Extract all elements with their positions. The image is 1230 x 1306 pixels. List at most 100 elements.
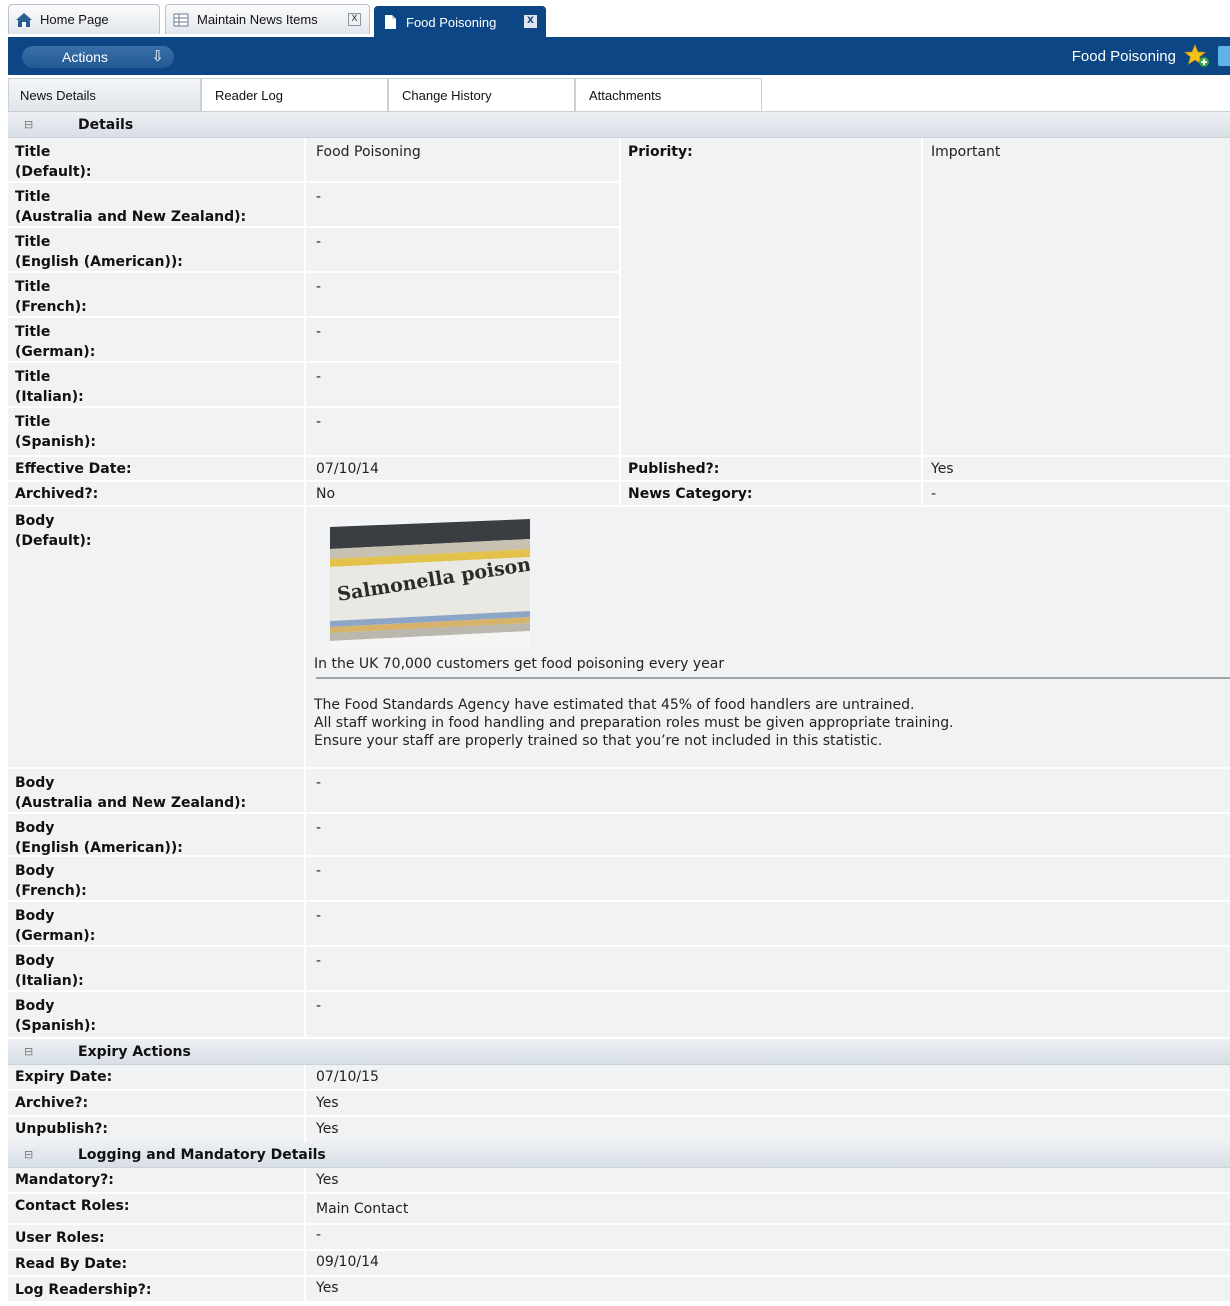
section-title: Details — [78, 117, 134, 133]
title-rows: Priority: Important Title (Default): Food… — [8, 138, 1230, 457]
read-by-date-label: Read By Date: — [8, 1251, 304, 1275]
field-label: Title (Default): — [8, 138, 304, 181]
news-article-image: Salmonella poisoning — [330, 519, 530, 649]
section-header-logging[interactable]: ⊟ Logging and Mandatory Details — [8, 1142, 1230, 1168]
body-rows: Body (Australia and New Zealand): - Body(… — [8, 769, 1230, 1039]
tab-strip: Home Page Maintain News Items X Food Poi… — [0, 0, 1230, 37]
section-title: Expiry Actions — [78, 1044, 191, 1060]
priority-value: Important — [923, 138, 1230, 455]
body-paragraph-line: The Food Standards Agency have estimated… — [314, 697, 915, 713]
field-label: Body (Spanish): — [8, 992, 304, 1037]
tab-label: Maintain News Items — [197, 12, 318, 27]
expiry-date-value: 07/10/15 — [306, 1065, 1230, 1089]
title-default-value: Food Poisoning — [306, 138, 619, 181]
tab-attachments[interactable]: Attachments — [575, 78, 762, 111]
tab-change-history[interactable]: Change History — [388, 78, 575, 111]
read-by-date-value: 09/10/14 — [306, 1251, 1230, 1275]
tab-label: Food Poisoning — [406, 14, 497, 30]
actions-button[interactable]: Actions ⇩ — [22, 46, 174, 68]
field-value: - — [306, 273, 619, 316]
body-headline: In the UK 70,000 customers get food pois… — [314, 656, 725, 672]
page-title: Food Poisoning — [1071, 48, 1176, 65]
field-label: Body (Australia and New Zealand): — [8, 769, 304, 812]
document-icon — [381, 14, 399, 30]
archived-label: Archived?: — [8, 482, 304, 505]
field-label: Title (Spanish): — [8, 408, 304, 455]
field-value: - — [306, 769, 1230, 812]
published-value: Yes — [923, 457, 1230, 480]
field-label: Title (German): — [8, 318, 304, 361]
field-label: Body (French): — [8, 857, 304, 900]
field-label: Title (English (American)): — [8, 228, 304, 271]
user-roles-value: - — [306, 1225, 1230, 1249]
archive-label: Archive?: — [8, 1091, 304, 1115]
section-header-details[interactable]: ⊟ Details — [8, 112, 1230, 138]
tab-label: Home Page — [40, 12, 109, 27]
priority-label: Priority: — [621, 138, 921, 455]
logging-rows: Mandatory?: Yes Contact Roles: Main Cont… — [8, 1168, 1230, 1306]
field-value: - — [306, 947, 1230, 990]
field-value: - — [306, 363, 619, 406]
field-value: - — [306, 318, 619, 361]
unpublish-label: Unpublish?: — [8, 1117, 304, 1142]
archive-value: Yes — [306, 1091, 1230, 1115]
effective-date-label: Effective Date: — [8, 457, 304, 480]
sub-tab-bar: News Details Reader Log Change History A… — [8, 78, 1230, 112]
mandatory-label: Mandatory?: — [8, 1168, 304, 1192]
document-icon[interactable] — [1218, 46, 1230, 66]
close-icon[interactable]: X — [348, 13, 361, 26]
archived-value: No — [306, 482, 619, 505]
field-value: - — [306, 902, 1230, 945]
unpublish-value: Yes — [306, 1117, 1230, 1142]
expiry-date-label: Expiry Date: — [8, 1065, 304, 1089]
log-readership-label: Log Readership?: — [8, 1277, 304, 1301]
log-readership-value: Yes — [306, 1277, 1230, 1301]
field-value: - — [306, 814, 1230, 855]
house-icon — [15, 12, 33, 28]
tab-news-details[interactable]: News Details — [8, 78, 201, 111]
tab-home-page[interactable]: Home Page — [8, 4, 160, 34]
collapse-icon[interactable]: ⊟ — [24, 112, 33, 138]
news-category-value: - — [923, 482, 1230, 505]
field-label: Body (Italian): — [8, 947, 304, 990]
field-label: Title (Australia and New Zealand): — [8, 183, 304, 226]
body-paragraph-line: Ensure your staff are properly trained s… — [314, 733, 883, 749]
user-roles-label: User Roles: — [8, 1225, 304, 1249]
tab-maintain-news-items[interactable]: Maintain News Items X — [165, 4, 370, 34]
effective-date-value: 07/10/14 — [306, 457, 619, 480]
field-label: Body (Default): — [8, 507, 304, 767]
field-value: - — [306, 408, 619, 455]
section-header-expiry-actions[interactable]: ⊟ Expiry Actions — [8, 1039, 1230, 1065]
table-icon — [172, 12, 190, 28]
tab-food-poisoning[interactable]: Food Poisoning X — [374, 6, 546, 37]
mandatory-value: Yes — [306, 1168, 1230, 1192]
expiry-rows: Expiry Date: 07/10/15 Archive?: Yes Unpu… — [8, 1065, 1230, 1142]
body-default-value: Salmonella poisoning In the UK 70,000 cu… — [306, 507, 1230, 767]
add-favourite-star-icon[interactable] — [1183, 43, 1210, 68]
action-bar: Actions ⇩ Food Poisoning — [8, 37, 1230, 75]
close-icon[interactable]: X — [524, 15, 537, 28]
field-label: Title (French): — [8, 273, 304, 316]
field-label: Body (English (American)): — [8, 814, 304, 855]
field-label: Title (Italian): — [8, 363, 304, 406]
divider — [316, 677, 1230, 679]
arrow-down-icon: ⇩ — [151, 48, 164, 65]
news-details-panel: ⊟ Details Priority: Important Title (Defa… — [8, 112, 1230, 1306]
archived-row: Archived?: No News Category: - — [8, 482, 1230, 507]
actions-label: Actions — [62, 49, 108, 65]
contact-roles-value: Main Contact — [306, 1194, 1230, 1223]
field-value: - — [306, 183, 619, 226]
tab-reader-log[interactable]: Reader Log — [201, 78, 388, 111]
body-default-row: Body (Default): Salmonella poisoning In t… — [8, 507, 1230, 769]
field-value: - — [306, 857, 1230, 900]
collapse-icon[interactable]: ⊟ — [24, 1039, 33, 1065]
contact-roles-label: Contact Roles: — [8, 1194, 304, 1223]
body-paragraph-line: All staff working in food handling and p… — [314, 715, 954, 731]
effective-date-row: Effective Date: 07/10/14 Published?: Yes — [8, 457, 1230, 482]
section-title: Logging and Mandatory Details — [78, 1147, 326, 1163]
field-value: - — [306, 992, 1230, 1037]
collapse-icon[interactable]: ⊟ — [24, 1142, 33, 1168]
field-value: - — [306, 228, 619, 271]
field-label: Body (German): — [8, 902, 304, 945]
news-category-label: News Category: — [621, 482, 921, 505]
